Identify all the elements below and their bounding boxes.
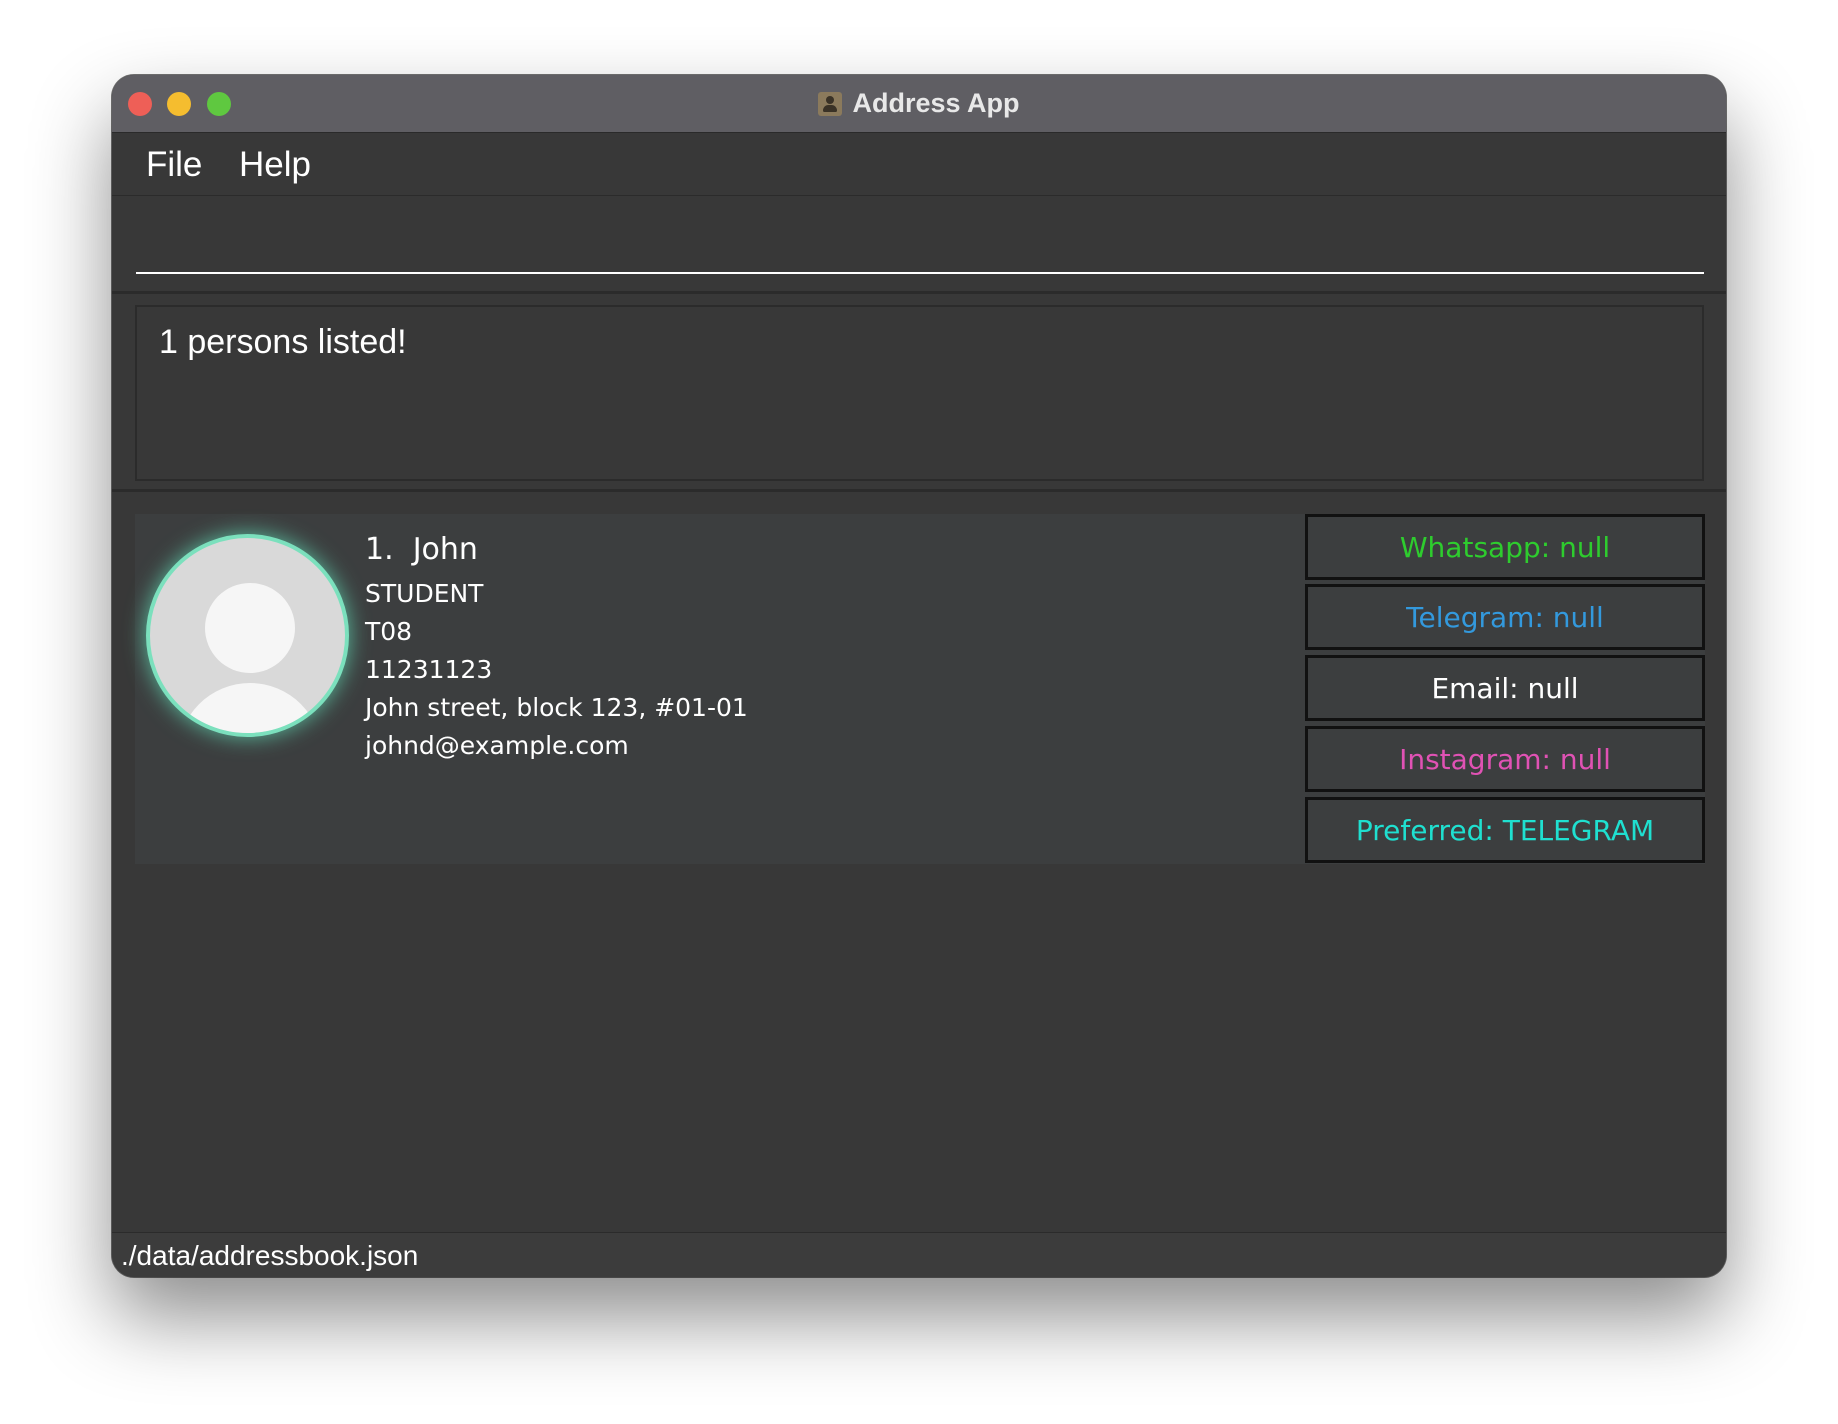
email-badge: Email: null [1305, 655, 1705, 721]
status-file-path: ./data/addressbook.json [121, 1240, 419, 1271]
command-input[interactable] [136, 206, 1704, 274]
person-index: 1. [365, 532, 394, 567]
address-book-icon [818, 91, 843, 116]
command-box [112, 196, 1726, 294]
instagram-badge: Instagram: null [1305, 726, 1705, 792]
menu-file[interactable]: File [146, 145, 202, 185]
avatar-body-shape [178, 683, 322, 733]
person-details: 1. John STUDENT T08 11231123 John street… [365, 532, 748, 765]
whatsapp-badge: Whatsapp: null [1305, 514, 1705, 580]
app-window: Address App File Help 1 persons listed! … [112, 75, 1726, 1277]
person-name: John [412, 532, 478, 567]
result-display: 1 persons listed! [135, 305, 1704, 481]
window-title-group: Address App [112, 75, 1726, 132]
person-list-panel[interactable]: 1. John STUDENT T08 11231123 John street… [112, 492, 1726, 1233]
telegram-badge: Telegram: null [1305, 584, 1705, 650]
person-name-line: 1. John [365, 532, 748, 567]
person-address: John street, block 123, #01-01 [365, 693, 748, 722]
person-phone: 11231123 [365, 655, 493, 684]
status-bar: ./data/addressbook.json [112, 1232, 1726, 1277]
preferred-contact-badge: Preferred: TELEGRAM [1305, 797, 1705, 863]
avatar-head-shape [205, 583, 295, 673]
menu-bar: File Help [112, 133, 1726, 196]
person-tutorial: T08 [365, 617, 413, 646]
title-bar: Address App [112, 75, 1726, 133]
person-role: STUDENT [365, 579, 484, 608]
person-email: johnd@example.com [365, 731, 629, 760]
menu-help[interactable]: Help [239, 145, 311, 185]
window-title: Address App [852, 88, 1020, 118]
result-message: 1 persons listed! [159, 323, 407, 361]
avatar [146, 534, 349, 737]
person-card[interactable]: 1. John STUDENT T08 11231123 John street… [135, 514, 1705, 864]
